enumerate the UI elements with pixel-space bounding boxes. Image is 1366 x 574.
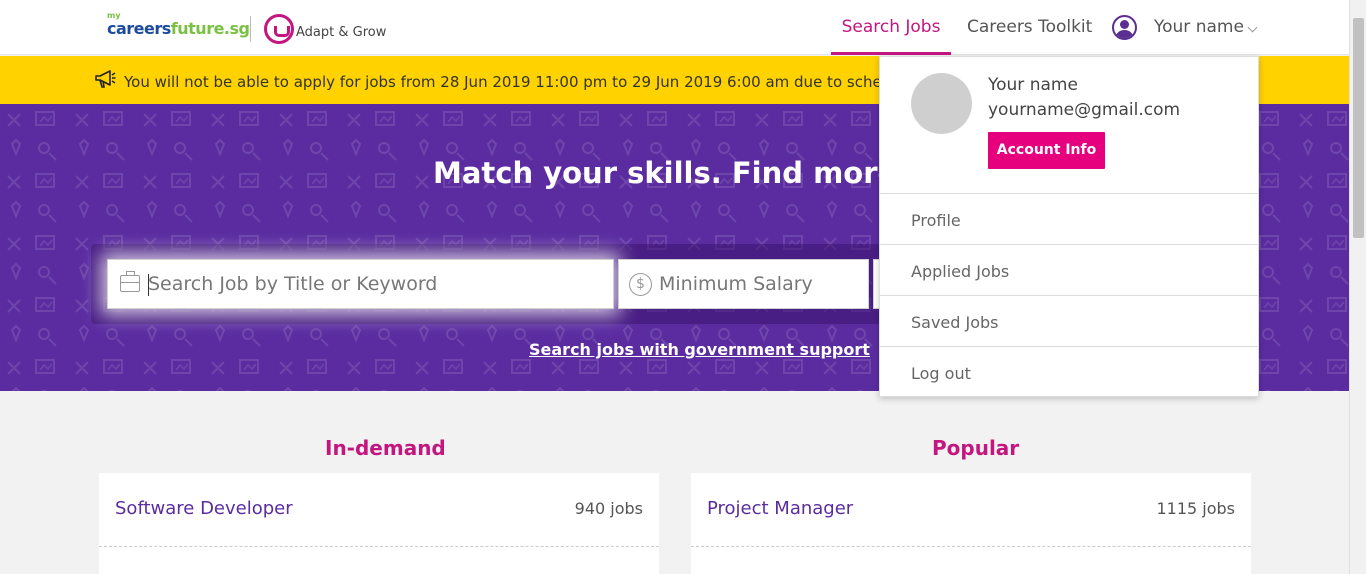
logo-careers-text: careers [107,19,171,38]
menu-item-log-out[interactable]: Log out [911,364,971,383]
menu-item-profile[interactable]: Profile [911,211,961,230]
logo-divider [250,16,251,42]
user-dropdown-menu: Your name yourname@gmail.com Account Inf… [879,56,1259,397]
dropdown-user-name: Your name [988,75,1078,95]
page-scrollbar[interactable] [1349,0,1366,574]
adapt-grow-w-icon [264,14,294,44]
top-header: my careersfuture.sg Adapt & Grow Search … [0,0,1349,55]
text-caret [148,274,149,296]
dollar-icon: $ [629,273,652,296]
hero-title: Match your skills. Find more jol [433,156,948,190]
account-info-button[interactable]: Account Info [988,132,1105,169]
divider [880,346,1258,347]
divider [880,193,1258,194]
notice-text: You will not be able to apply for jobs f… [124,73,953,91]
divider [880,244,1258,245]
in-demand-title: In-demand [325,436,446,460]
in-demand-card: Software Developer 940 jobs [99,473,659,574]
divider [880,295,1258,296]
user-name-label: Your name [1154,17,1244,37]
government-support-link[interactable]: Search jobs with government support [529,340,870,359]
popular-title: Popular [932,436,1020,460]
dropdown-user-email: yourname@gmail.com [988,100,1181,120]
minimum-salary-box[interactable]: $ [618,259,869,309]
job-count: 940 jobs [574,499,643,518]
user-menu-toggle[interactable]: Your name [1112,0,1262,55]
briefcase-icon [120,271,140,292]
scrollbar-thumb[interactable] [1353,18,1364,238]
nav-careers-toolkit[interactable]: Careers Toolkit [967,0,1092,55]
list-item[interactable]: Project Manager 1115 jobs [691,473,1251,547]
job-title-link[interactable]: Software Developer [115,498,293,519]
avatar [911,73,972,134]
keyword-search-box[interactable] [107,259,614,309]
list-item[interactable]: Software Developer 940 jobs [99,473,659,547]
minimum-salary-input[interactable] [659,260,864,308]
job-title-link[interactable]: Project Manager [707,498,853,519]
popular-card: Project Manager 1115 jobs [691,473,1251,574]
menu-item-saved-jobs[interactable]: Saved Jobs [911,313,999,332]
adapt-grow-text: Adapt & Grow [296,25,387,40]
menu-item-applied-jobs[interactable]: Applied Jobs [911,262,1009,281]
user-icon [1112,15,1137,40]
chevron-down-icon [1247,22,1258,33]
nav-search-jobs[interactable]: Search Jobs [831,0,951,55]
megaphone-icon [95,70,116,88]
logo-future-text: future.sg [170,19,250,38]
keyword-search-input[interactable] [148,260,608,308]
job-count: 1115 jobs [1156,499,1235,518]
logo-wordmark: careersfuture.sg [107,19,250,39]
